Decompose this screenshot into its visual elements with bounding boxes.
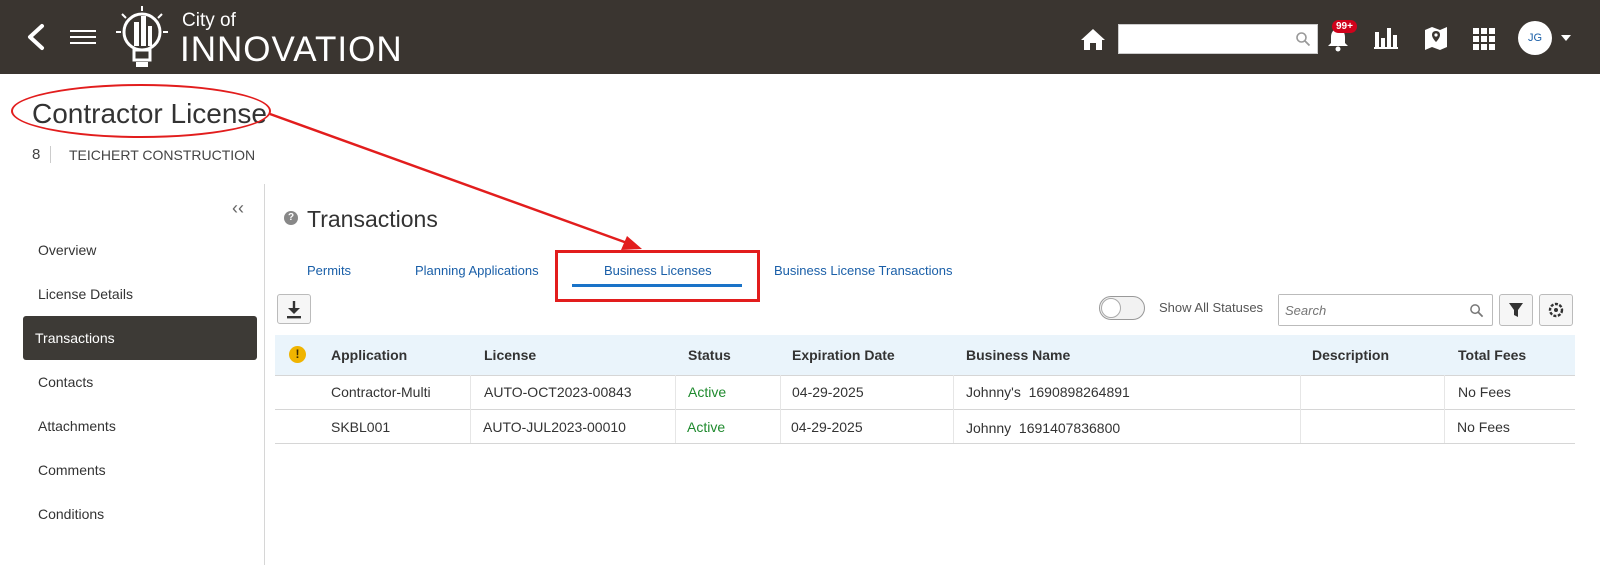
global-search-field[interactable] — [1118, 24, 1318, 54]
record-number: 8 — [32, 146, 52, 163]
brand-subtitle: City of — [182, 10, 236, 31]
column-header-total-fees[interactable]: Total Fees — [1458, 347, 1526, 363]
cell-business-name: Johnny's 1690898264891 — [966, 384, 1130, 400]
sidebar-item-comments[interactable]: Comments — [23, 448, 257, 492]
tab-permits[interactable]: Permits — [307, 263, 351, 278]
home-icon[interactable] — [1080, 27, 1106, 51]
column-divider — [780, 375, 781, 443]
sidebar-item-label: Contacts — [38, 374, 94, 390]
back-icon[interactable] — [22, 22, 50, 52]
table-search-field[interactable] — [1278, 294, 1493, 326]
cell-license[interactable]: AUTO-OCT2023-00843 — [484, 384, 632, 400]
notification-count-badge: 99+ — [1332, 20, 1357, 33]
record-name: TEICHERT CONSTRUCTION — [69, 147, 256, 163]
cell-application[interactable]: SKBL001 — [331, 419, 390, 435]
app-header: City of INNOVATION 99+ JG — [0, 0, 1600, 74]
help-icon[interactable]: ? — [284, 211, 298, 225]
column-header-license[interactable]: License — [484, 347, 536, 363]
download-icon — [287, 301, 301, 319]
sidebar-item-conditions[interactable]: Conditions — [23, 492, 257, 536]
column-divider — [470, 375, 471, 443]
sidebar-item-transactions[interactable]: Transactions — [23, 316, 257, 360]
tab-business-license-transactions[interactable]: Business License Transactions — [774, 263, 952, 278]
cell-total-fees: No Fees — [1457, 419, 1510, 435]
cell-total-fees: No Fees — [1458, 384, 1511, 400]
cell-expiration-date: 04-29-2025 — [792, 384, 864, 400]
brand-title: INNOVATION — [180, 30, 403, 69]
cell-status: Active — [688, 384, 727, 400]
cell-expiration-date: 04-29-2025 — [791, 419, 863, 435]
sidebar-item-license-details[interactable]: License Details — [23, 272, 257, 316]
settings-button[interactable] — [1539, 294, 1573, 326]
filter-icon — [1509, 303, 1523, 317]
toggle-knob — [1101, 298, 1121, 318]
column-header-status[interactable]: Status — [688, 347, 731, 363]
sidebar-item-label: Comments — [38, 462, 106, 478]
column-divider — [953, 375, 954, 443]
sidebar-divider — [264, 184, 265, 565]
gear-icon — [1548, 302, 1564, 318]
cell-application[interactable]: Contractor-Multi — [331, 384, 431, 400]
download-button[interactable] — [277, 294, 311, 324]
show-all-statuses-toggle[interactable] — [1099, 296, 1145, 320]
map-pin-icon[interactable] — [1424, 25, 1448, 51]
show-all-statuses-label: Show All Statuses — [1159, 300, 1264, 315]
sidebar-item-label: Conditions — [38, 506, 105, 522]
column-header-expiration-date[interactable]: Expiration Date — [792, 347, 895, 363]
table-search-input[interactable] — [1279, 295, 1459, 325]
warning-icon: ! — [289, 346, 306, 363]
cell-business-name: Johnny 1691407836800 — [966, 420, 1121, 436]
filter-button[interactable] — [1499, 294, 1533, 326]
sidebar-item-attachments[interactable]: Attachments — [23, 404, 257, 448]
global-search-input[interactable] — [1119, 25, 1289, 53]
hamburger-menu-icon[interactable] — [68, 26, 98, 50]
annotation-ellipse — [11, 84, 271, 138]
section-title: Transactions — [307, 206, 438, 232]
cell-license[interactable]: AUTO-JUL2023-00010 — [483, 419, 626, 435]
sidebar-item-contacts[interactable]: Contacts — [23, 360, 257, 404]
column-divider — [1300, 375, 1301, 443]
sidebar-item-label: Overview — [38, 242, 97, 258]
search-icon[interactable] — [1295, 31, 1311, 47]
sidebar-item-label: License Details — [38, 286, 133, 302]
sidebar-item-label: Attachments — [38, 418, 116, 434]
cell-status: Active — [687, 419, 726, 435]
user-avatar[interactable]: JG — [1518, 21, 1552, 55]
bar-chart-icon[interactable] — [1373, 26, 1399, 50]
column-header-description[interactable]: Description — [1312, 347, 1389, 363]
column-header-application[interactable]: Application — [331, 347, 407, 363]
column-header-business-name[interactable]: Business Name — [966, 347, 1070, 363]
column-divider — [1444, 375, 1445, 443]
annotation-box — [555, 250, 760, 302]
search-icon[interactable] — [1469, 303, 1484, 318]
app-grid-icon[interactable] — [1472, 27, 1496, 51]
sidebar-item-overview[interactable]: Overview — [23, 228, 257, 272]
tab-planning-applications[interactable]: Planning Applications — [415, 263, 539, 278]
lightbulb-logo-icon[interactable] — [114, 4, 170, 70]
collapse-sidebar-icon[interactable]: ‹‹ — [232, 198, 244, 219]
column-divider — [675, 375, 676, 443]
row-divider — [275, 443, 1575, 444]
chevron-down-icon[interactable] — [1560, 34, 1572, 42]
sidebar-item-label: Transactions — [35, 330, 115, 346]
